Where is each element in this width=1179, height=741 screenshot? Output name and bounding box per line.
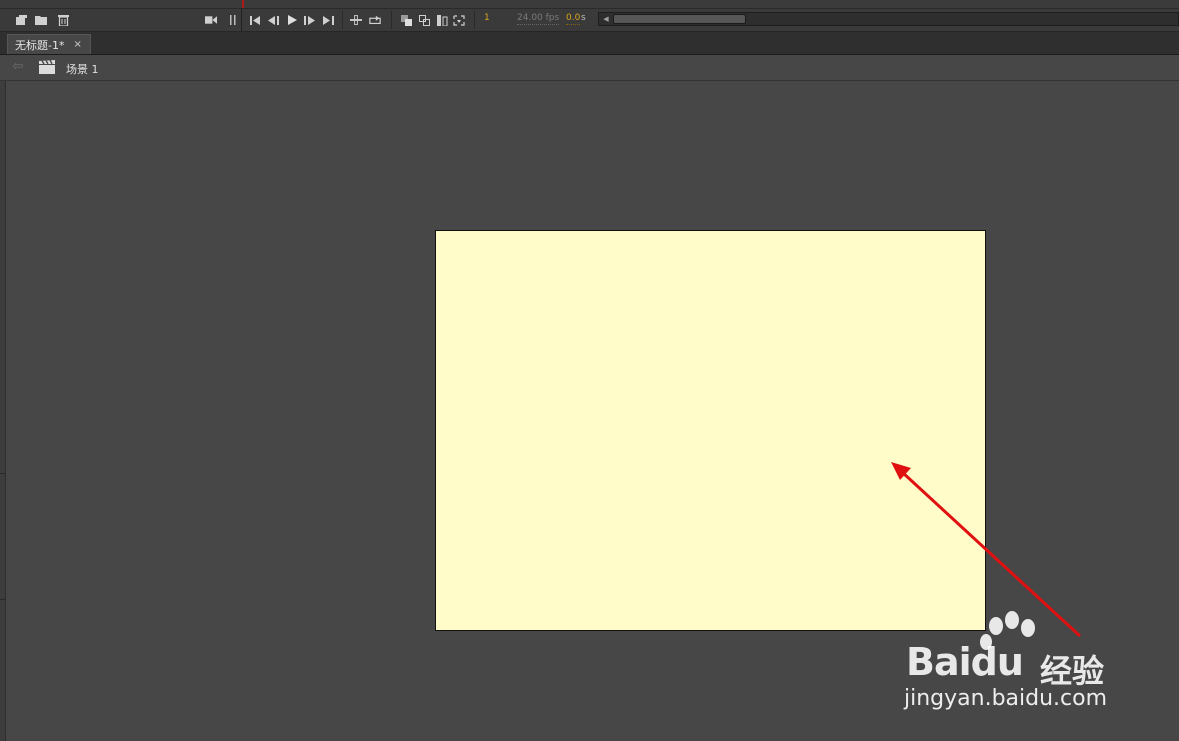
timeline-scrollbar[interactable]: ◀	[598, 12, 1179, 26]
playhead-line	[241, 9, 242, 31]
scrollbar-thumb[interactable]	[613, 14, 746, 24]
onion-skin-icon[interactable]	[400, 14, 412, 26]
toolbar-separator	[474, 11, 475, 29]
watermark-brand: Baidu	[906, 640, 1024, 684]
watermark-url: jingyan.baidu.com	[904, 686, 1108, 711]
go-to-first-icon[interactable]	[249, 14, 261, 26]
modify-markers-icon[interactable]	[453, 14, 465, 26]
scene-label[interactable]: 场景 1	[66, 61, 99, 77]
playhead-marker[interactable]	[242, 0, 244, 8]
breadcrumb: ⇦ 场景 1	[0, 55, 1179, 81]
edit-multiple-icon[interactable]	[436, 14, 448, 26]
step-forward-icon[interactable]	[303, 14, 315, 26]
document-tab[interactable]: 无标题-1* ×	[7, 34, 91, 54]
back-arrow-icon[interactable]: ⇦	[10, 59, 26, 75]
center-frame-icon[interactable]	[350, 14, 362, 26]
step-back-icon[interactable]	[267, 14, 279, 26]
frame-rate-value[interactable]: 24.00 fps	[517, 12, 560, 25]
new-folder-icon[interactable]	[35, 14, 47, 26]
toolbar-separator	[391, 11, 392, 29]
close-icon[interactable]: ×	[73, 39, 81, 50]
panel-edge-mark	[0, 473, 5, 474]
new-layer-icon[interactable]	[15, 14, 27, 26]
timeline-toolbar: 1 24.00 fps 0.0 s ◀	[0, 9, 1179, 32]
go-to-last-icon[interactable]	[322, 14, 334, 26]
loop-icon[interactable]	[369, 14, 381, 26]
camera-icon[interactable]	[205, 14, 217, 26]
onion-outline-icon[interactable]	[418, 14, 430, 26]
scene-clapper-icon	[38, 59, 56, 75]
elapsed-time-unit: s	[581, 13, 586, 23]
document-tab-title: 无标题-1*	[15, 38, 65, 52]
play-icon[interactable]	[286, 14, 298, 26]
stage-canvas[interactable]	[435, 230, 986, 631]
scroll-left-arrow-icon[interactable]: ◀	[601, 13, 611, 25]
pause-icon[interactable]	[227, 14, 239, 26]
panel-edge-mark	[0, 599, 5, 600]
top-strip	[0, 0, 1179, 9]
document-tab-bar: 无标题-1* ×	[0, 32, 1179, 55]
current-frame-number[interactable]: 1	[484, 12, 490, 24]
toolbar-separator	[342, 11, 343, 29]
elapsed-time-value[interactable]: 0.0	[566, 12, 581, 25]
delete-icon[interactable]	[57, 14, 69, 26]
watermark-logo: Baidu 经验 jingyan.baidu.com	[900, 610, 1130, 720]
